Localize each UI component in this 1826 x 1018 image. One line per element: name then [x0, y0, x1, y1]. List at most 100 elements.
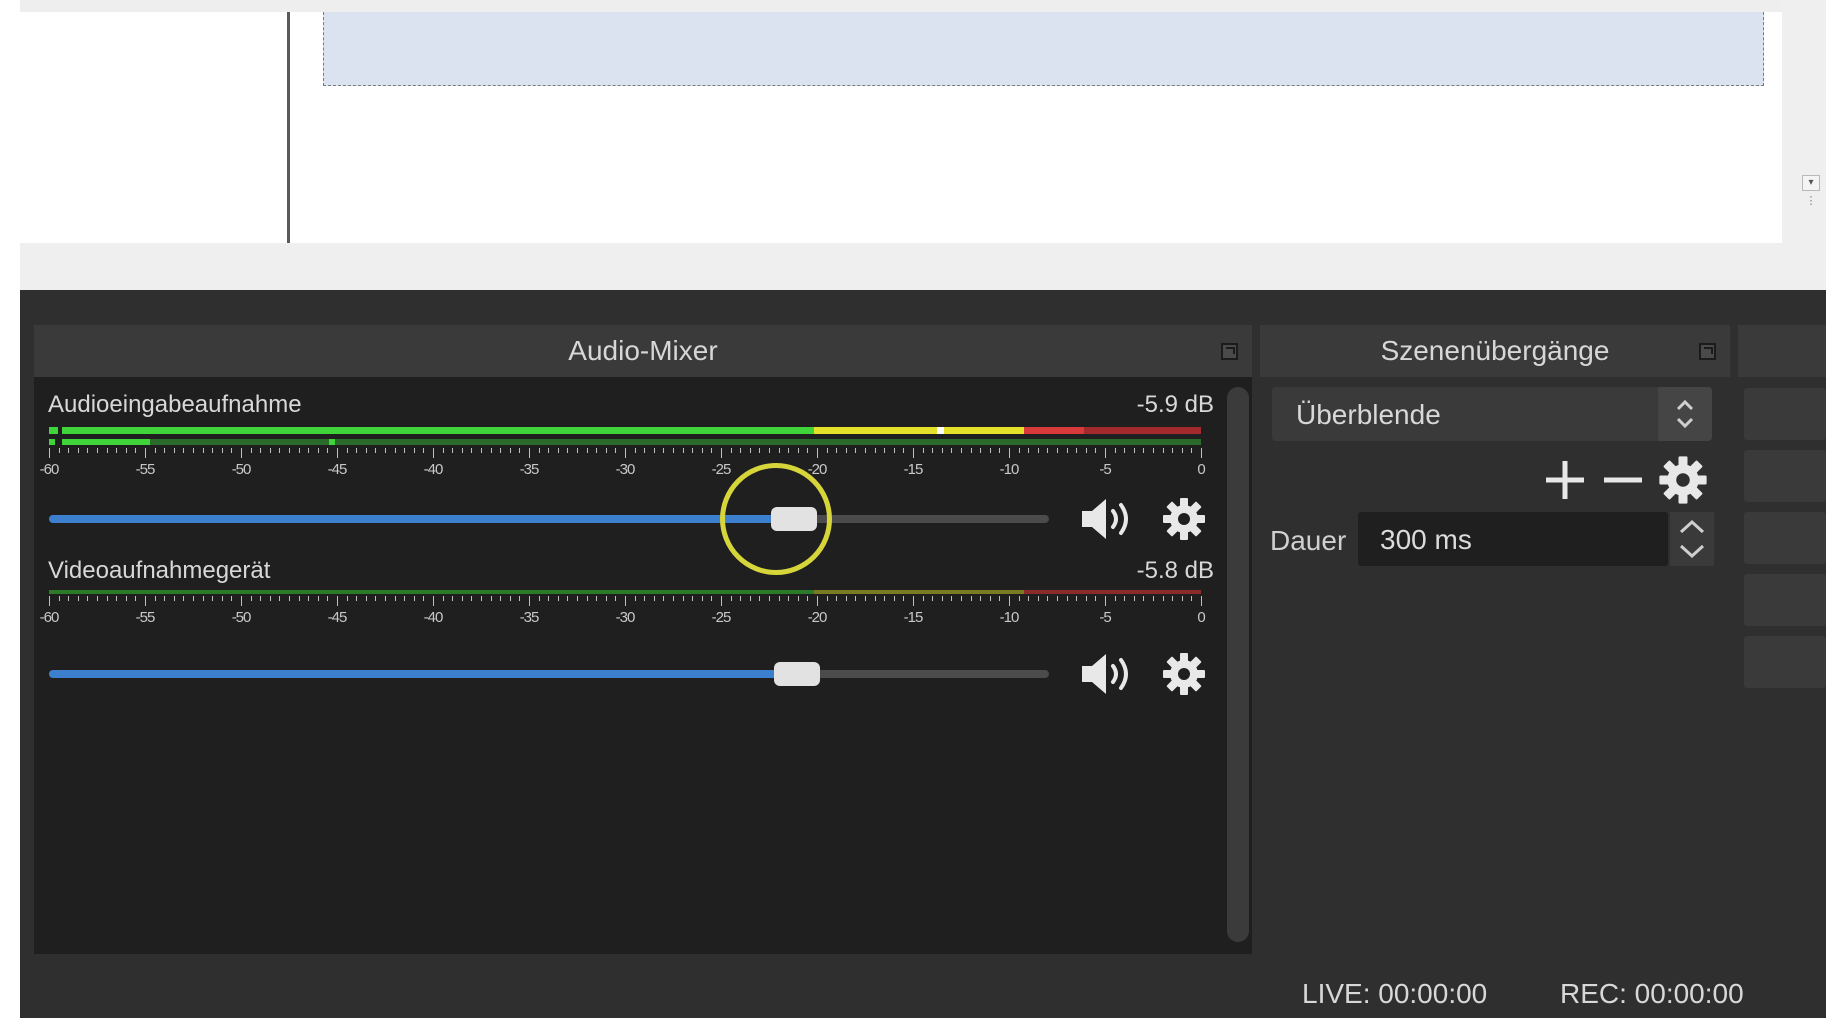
transition-select[interactable]: Überblende — [1272, 387, 1712, 441]
meter-tick — [903, 596, 905, 601]
meter-tick — [999, 448, 1001, 453]
meter-tick — [701, 448, 703, 453]
duration-spinner[interactable] — [1670, 512, 1714, 566]
scale-label: -45 — [327, 461, 348, 478]
meter-tick — [596, 448, 598, 453]
float-window-icon[interactable] — [1699, 343, 1716, 360]
scroll-down-icon[interactable]: ▾ — [1802, 175, 1820, 191]
meter-tick — [807, 448, 809, 453]
meter-tick — [893, 596, 895, 601]
scale-label: -30 — [615, 609, 636, 626]
meter-tick — [807, 596, 809, 601]
meter-tick — [317, 596, 319, 601]
meter-tick — [682, 596, 684, 601]
scale-label: -60 — [39, 461, 60, 478]
meter-tick — [500, 448, 502, 453]
meter-tick — [980, 448, 982, 453]
scale-label: -50 — [231, 609, 252, 626]
gear-icon[interactable] — [1160, 495, 1208, 543]
scale-label: -5 — [1099, 461, 1111, 478]
volume-fader[interactable] — [49, 654, 1049, 694]
meter-tick — [711, 448, 713, 453]
preview-area: ▾ ⋮ — [20, 0, 1826, 290]
fader-fill — [49, 670, 797, 678]
meter-tick — [874, 448, 876, 453]
meter-tick — [356, 448, 358, 453]
minus-icon[interactable] — [1596, 453, 1650, 507]
meter-tick — [711, 596, 713, 601]
meter-tick — [759, 448, 761, 453]
meter-tick — [1037, 448, 1039, 453]
meter-tick — [452, 448, 454, 453]
meter-tick — [433, 596, 434, 606]
meter-tick — [260, 448, 262, 453]
preview-scrollbar[interactable]: ▾ ⋮ — [1802, 175, 1822, 245]
meter-tick — [346, 596, 348, 601]
meter-tick — [634, 596, 636, 601]
meter-tick — [644, 448, 646, 453]
scale-label: -5 — [1099, 609, 1111, 626]
mixer-scrollbar[interactable] — [1227, 387, 1249, 942]
meter-tick — [913, 448, 914, 458]
gear-icon[interactable] — [1160, 650, 1208, 698]
speaker-volume-icon[interactable] — [1078, 649, 1142, 699]
meter-tick — [519, 448, 521, 453]
meter-tick — [548, 448, 550, 453]
speaker-volume-icon[interactable] — [1078, 494, 1142, 544]
meter-tick — [452, 596, 454, 601]
scroll-grip-icon[interactable]: ⋮ — [1802, 195, 1820, 207]
volume-fader[interactable] — [49, 499, 1049, 539]
meter-tick — [749, 448, 751, 453]
meter-tick — [730, 448, 732, 453]
fader-handle[interactable] — [774, 662, 820, 686]
meter-tick — [999, 596, 1001, 601]
meter-tick — [1172, 448, 1174, 453]
duration-input[interactable]: 300 ms — [1358, 512, 1668, 566]
meter-tick — [289, 596, 290, 601]
scene-transitions-title: Szenenübergänge — [1260, 325, 1730, 377]
meter-tick — [471, 448, 473, 453]
meter-tick — [989, 448, 991, 453]
meter-tick — [106, 448, 108, 453]
scale-label: -25 — [711, 461, 732, 478]
meter-tick — [308, 448, 310, 453]
meter-tick — [193, 596, 194, 601]
plus-icon[interactable] — [1538, 453, 1592, 507]
preview-divider — [287, 12, 290, 243]
meter-tick — [1162, 596, 1164, 601]
meter-tick — [653, 596, 655, 601]
meter-tick — [538, 448, 540, 453]
meter-tick — [682, 448, 684, 453]
meter-tick — [77, 596, 79, 601]
mixer-channel: Audioeingabeaufnahme -5.9 dB -60 -55 -50 — [34, 391, 1214, 575]
duration-value: 300 ms — [1380, 524, 1472, 555]
meter-tick — [250, 596, 252, 601]
control-button[interactable] — [1744, 512, 1826, 564]
meter-scale — [49, 596, 1202, 606]
meter-tick — [1143, 448, 1145, 453]
audio-mixer-panel: Audioeingabeaufnahme -5.9 dB -60 -55 -50 — [34, 377, 1252, 954]
meter-scale-labels: -60 -55 -50 -45 -40 -35 -30 -25 -20 -15 … — [40, 461, 1206, 481]
control-button[interactable] — [1744, 636, 1826, 688]
control-button[interactable] — [1744, 574, 1826, 626]
meter-tick — [490, 448, 492, 453]
meter-tick — [1095, 596, 1097, 601]
meter-tick — [1095, 448, 1097, 453]
meter-tick — [989, 596, 991, 601]
chevron-up-down-icon[interactable] — [1658, 387, 1712, 441]
control-button[interactable] — [1744, 388, 1826, 440]
meter-tick — [183, 596, 185, 601]
meter-tick — [356, 596, 358, 601]
scale-label: -35 — [519, 609, 540, 626]
meter-tick — [625, 596, 626, 606]
meter-tick — [1124, 448, 1126, 453]
control-button[interactable] — [1744, 450, 1826, 502]
meter-tick — [1201, 596, 1202, 606]
meter-tick — [135, 448, 137, 453]
scale-label: -15 — [903, 461, 924, 478]
meter-tick — [1105, 448, 1106, 458]
float-window-icon[interactable] — [1221, 343, 1238, 360]
preview-selection[interactable] — [323, 12, 1764, 86]
gear-icon[interactable] — [1656, 453, 1710, 507]
meter-tick — [509, 596, 511, 601]
